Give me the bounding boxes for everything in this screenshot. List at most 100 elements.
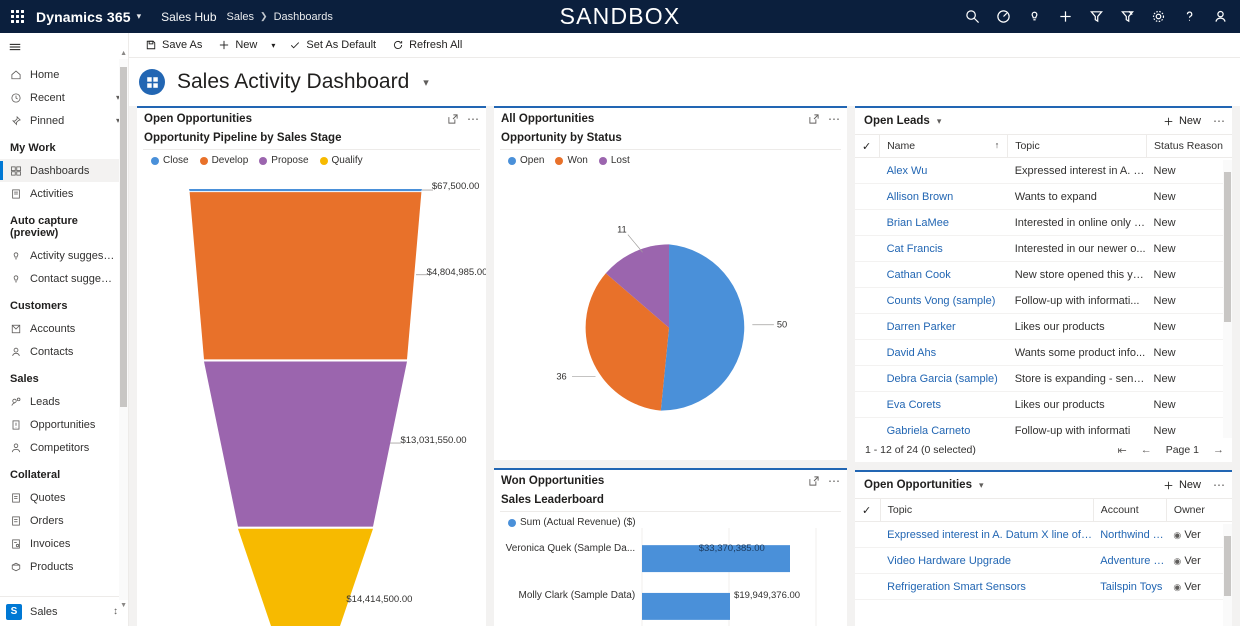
row-checkbox[interactable] (855, 417, 880, 438)
settings-icon[interactable] (1143, 0, 1174, 33)
table-row[interactable]: Video Hardware Upgrade Adventure Wor ◉ Ver (855, 547, 1232, 574)
cell-name[interactable]: Alex Wu (879, 157, 1008, 184)
table-row[interactable]: Cathan Cook New store opened this ye... Ne… (855, 261, 1232, 288)
sidebar-item-activity-suggestions[interactable]: Activity suggestions (0, 244, 128, 267)
sidebar-item-dashboards[interactable]: Dashboards (0, 159, 128, 182)
cell-name[interactable]: Cathan Cook (879, 261, 1008, 288)
assistant-icon[interactable] (988, 0, 1019, 33)
legend-item[interactable]: Propose (259, 155, 309, 166)
cell-account[interactable]: Tailspin Toys (1093, 573, 1167, 600)
sidebar-item-products[interactable]: Products (0, 555, 128, 578)
cell-topic[interactable]: Expressed interest in A. Datum X line of… (880, 521, 1094, 548)
table-row[interactable]: Darren Parker Likes our products New (855, 313, 1232, 340)
sidebar-item-invoices[interactable]: Invoices (0, 532, 128, 555)
column-header-status-reason[interactable]: Status Reason (1146, 134, 1232, 158)
row-checkbox[interactable] (855, 183, 880, 210)
legend-item[interactable]: Develop (199, 155, 248, 166)
first-page-icon[interactable]: ⇤ (1118, 444, 1127, 457)
expand-icon[interactable] (808, 475, 820, 487)
app-launcher-icon[interactable] (0, 10, 34, 23)
set-as-default-button[interactable]: Set As Default (281, 33, 384, 58)
app-name-label[interactable]: Sales Hub (151, 10, 226, 24)
sidebar-item-orders[interactable]: Orders (0, 509, 128, 532)
sidebar-scrollbar-thumb[interactable] (120, 67, 127, 407)
new-lead-button[interactable]: New (1163, 115, 1201, 127)
column-header-account[interactable]: Account (1092, 498, 1167, 522)
refresh-all-button[interactable]: Refresh All (384, 33, 470, 58)
help-icon[interactable] (1174, 0, 1205, 33)
sidebar-item-accounts[interactable]: Accounts (0, 317, 128, 340)
filter-icon[interactable] (1081, 0, 1112, 33)
table-row[interactable]: Alex Wu Expressed interest in A. D... New (855, 157, 1232, 184)
cell-account[interactable]: Adventure Wor (1093, 547, 1167, 574)
scrollbar-thumb[interactable] (1224, 172, 1231, 322)
row-checkbox[interactable] (855, 391, 880, 418)
row-checkbox[interactable] (855, 365, 880, 392)
select-all-checkbox[interactable]: ✓ (855, 498, 881, 522)
expand-icon[interactable] (808, 113, 820, 125)
cell-name[interactable]: Allison Brown (879, 183, 1008, 210)
brand-chevron-down-icon[interactable]: ▾ (137, 11, 142, 22)
table-row[interactable]: Eva Corets Likes our products New (855, 391, 1232, 418)
scroll-up-icon[interactable]: ▲ (120, 50, 127, 57)
view-selector-chevron-down-icon[interactable]: ▾ (979, 480, 984, 491)
row-checkbox[interactable] (855, 235, 880, 262)
page-label[interactable]: Page 1 (1166, 444, 1199, 456)
more-options-icon[interactable]: ⋯ (828, 475, 841, 487)
expand-icon[interactable] (447, 113, 459, 125)
cell-name[interactable]: David Ahs (879, 339, 1008, 366)
sidebar-item-pinned[interactable]: Pinned ▾ (0, 109, 128, 132)
new-opportunity-button[interactable]: New (1163, 479, 1201, 491)
sidebar-item-competitors[interactable]: Competitors (0, 436, 128, 459)
row-checkbox[interactable] (855, 521, 881, 548)
table-row[interactable]: Counts Vong (sample) Follow-up with infor… (855, 287, 1232, 314)
column-header-topic[interactable]: Topic (879, 498, 1094, 522)
table-row[interactable]: Brian LaMee Interested in online only s..… (855, 209, 1232, 236)
cell-name[interactable]: Gabriela Carneto (879, 417, 1008, 438)
page-title-chevron-down-icon[interactable]: ▾ (423, 76, 429, 89)
column-header-owner[interactable]: Owner (1165, 498, 1232, 522)
app-switcher[interactable]: S Sales ↕ (0, 596, 128, 626)
brand-label[interactable]: Dynamics 365 (34, 9, 131, 25)
legend-item[interactable]: Lost (598, 155, 630, 166)
previous-page-icon[interactable]: ← (1141, 444, 1152, 456)
sidebar-item-recent[interactable]: Recent ▾ (0, 86, 128, 109)
sidebar-item-leads[interactable]: Leads (0, 390, 128, 413)
cell-account[interactable]: Northwind Trac (1093, 521, 1167, 548)
row-checkbox[interactable] (855, 547, 881, 574)
new-chevron-down-icon[interactable]: ▾ (265, 33, 281, 58)
app-switcher-icon[interactable]: ↕ (113, 606, 118, 617)
legend-item[interactable]: Won (555, 155, 588, 166)
sidebar-item-contacts[interactable]: Contacts (0, 340, 128, 363)
open-opportunities-vertical-scrollbar[interactable] (1223, 524, 1232, 626)
cell-name[interactable]: Brian LaMee (879, 209, 1008, 236)
table-row[interactable]: Cat Francis Interested in our newer o... N… (855, 235, 1232, 262)
scroll-down-icon[interactable]: ▼ (120, 602, 127, 609)
table-row[interactable]: Allison Brown Wants to expand New (855, 183, 1232, 210)
sidebar-item-opportunities[interactable]: Opportunities (0, 413, 128, 436)
legend-item[interactable]: Qualify (319, 155, 363, 166)
sidebar-item-quotes[interactable]: Quotes (0, 486, 128, 509)
cell-topic[interactable]: Refrigeration Smart Sensors (880, 573, 1094, 600)
bar-chart[interactable]: Veronica Quek (Sample Da... Molly Clark … (494, 528, 847, 626)
legend-item[interactable]: Close (151, 155, 189, 166)
cell-name[interactable]: Counts Vong (sample) (879, 287, 1008, 314)
row-checkbox[interactable] (855, 287, 880, 314)
cell-topic[interactable]: Video Hardware Upgrade (880, 547, 1094, 574)
row-checkbox[interactable] (855, 157, 880, 184)
view-selector-chevron-down-icon[interactable]: ▾ (937, 116, 942, 127)
more-options-icon[interactable]: ⋯ (467, 113, 480, 125)
cell-name[interactable]: Eva Corets (879, 391, 1008, 418)
new-button[interactable]: New (210, 33, 265, 58)
sidebar-item-home[interactable]: Home (0, 63, 128, 86)
table-row[interactable]: Debra Garcia (sample) Store is expanding … (855, 365, 1232, 392)
table-row[interactable]: Refrigeration Smart Sensors Tailspin Toys… (855, 573, 1232, 600)
table-row[interactable]: David Ahs Wants some product info... New (855, 339, 1232, 366)
relationship-assistant-icon[interactable] (1112, 0, 1143, 33)
breadcrumb-area[interactable]: Sales (227, 11, 255, 23)
row-checkbox[interactable] (855, 313, 880, 340)
row-checkbox[interactable] (855, 339, 880, 366)
cell-name[interactable]: Cat Francis (879, 235, 1008, 262)
more-options-icon[interactable]: ⋯ (1213, 478, 1226, 492)
sidebar-item-activities[interactable]: Activities (0, 182, 128, 205)
